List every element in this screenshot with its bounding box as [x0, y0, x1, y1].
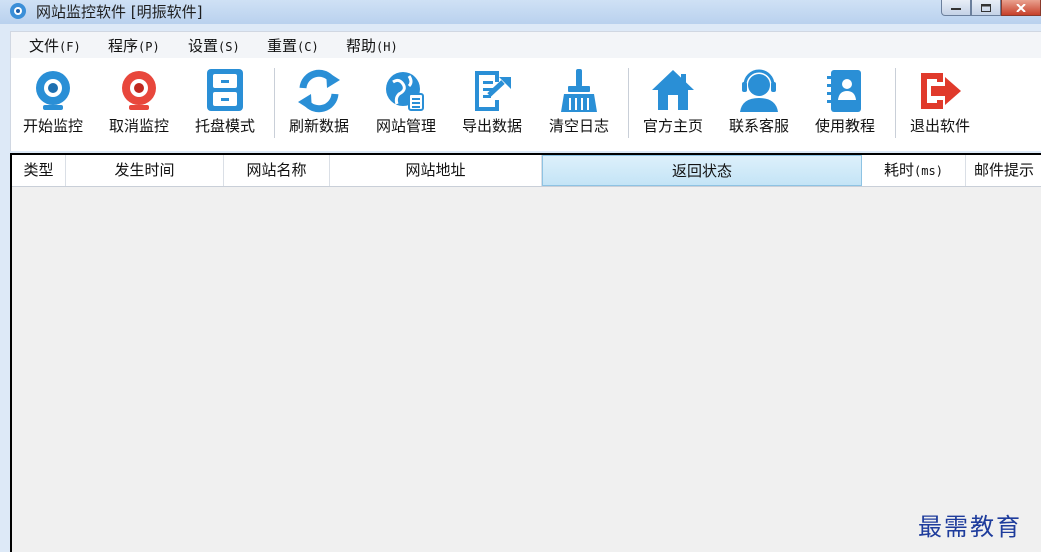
contact-book-icon	[822, 68, 868, 114]
tutorial-label: 使用教程	[814, 117, 875, 135]
refresh-data-button[interactable]: 刷新数据	[279, 68, 359, 140]
column-status-label: 返回状态	[671, 162, 732, 180]
monitor-app-icon	[8, 2, 28, 20]
refresh-data-label: 刷新数据	[288, 117, 349, 135]
column-site-name-label: 网站名称	[246, 161, 307, 179]
exit-software-button[interactable]: 退出软件	[900, 68, 980, 140]
minimize-button[interactable]	[941, 0, 971, 16]
tutorial-button[interactable]: 使用教程	[805, 68, 885, 140]
menu-file[interactable]: 文件(F)	[29, 35, 81, 56]
clear-log-label: 清空日志	[548, 117, 609, 135]
home-icon	[650, 68, 696, 114]
official-home-button[interactable]: 官方主页	[633, 68, 713, 140]
refresh-icon	[296, 68, 342, 114]
close-icon	[1016, 3, 1026, 12]
list-header: 类型 发生时间 网站名称 网站地址 返回状态 耗时(ms) 邮件提示	[12, 155, 1041, 187]
menu-settings[interactable]: 设置(S)	[188, 35, 240, 56]
webcam-off-icon	[116, 68, 162, 114]
exit-icon	[917, 68, 963, 114]
menu-reset[interactable]: 重置(C)	[267, 35, 319, 56]
menu-program-hotkey: (P)	[138, 40, 160, 54]
column-type-label: 类型	[23, 161, 54, 179]
column-site-name[interactable]: 网站名称	[224, 155, 330, 186]
menu-bar: 文件(F) 程序(P) 设置(S) 重置(C) 帮助(H)	[10, 31, 1041, 58]
column-time-label: 发生时间	[114, 161, 175, 179]
menu-help-label: 帮助	[346, 37, 377, 55]
menu-file-label: 文件	[29, 37, 60, 55]
menu-settings-hotkey: (S)	[218, 40, 240, 54]
menu-reset-label: 重置	[267, 37, 298, 55]
contact-support-button[interactable]: 联系客服	[719, 68, 799, 140]
official-home-label: 官方主页	[642, 117, 703, 135]
column-site-url-label: 网站地址	[405, 161, 466, 179]
tray-mode-button[interactable]: 托盘模式	[185, 68, 265, 140]
column-email-alert[interactable]: 邮件提示	[966, 155, 1041, 186]
menu-settings-label: 设置	[188, 37, 219, 55]
minimize-icon	[951, 7, 961, 10]
webcam-icon	[30, 68, 76, 114]
toolbar: 开始监控 取消监控 托盘模式 刷新数据 网站管理 导出数据 清空日志 官方主页 …	[10, 58, 1041, 151]
site-manage-button[interactable]: 网站管理	[366, 68, 446, 140]
cancel-monitor-label: 取消监控	[108, 117, 169, 135]
cabinet-icon	[202, 68, 248, 114]
exit-software-label: 退出软件	[909, 117, 970, 135]
start-monitor-button[interactable]: 开始监控	[13, 68, 93, 140]
menu-program-label: 程序	[108, 37, 139, 55]
column-time[interactable]: 发生时间	[66, 155, 224, 186]
toolbar-separator	[274, 68, 275, 138]
watermark: 最需教育	[918, 513, 1022, 541]
column-site-url[interactable]: 网站地址	[330, 155, 542, 186]
menu-file-hotkey: (F)	[59, 40, 81, 54]
window-controls	[941, 0, 1041, 16]
export-doc-icon	[469, 68, 515, 114]
column-duration-label: 耗时	[884, 161, 915, 179]
toolbar-separator	[895, 68, 896, 138]
menu-program[interactable]: 程序(P)	[108, 35, 160, 56]
close-button[interactable]	[1001, 0, 1041, 16]
menu-reset-hotkey: (C)	[297, 40, 319, 54]
maximize-icon	[981, 3, 991, 12]
column-email-alert-label: 邮件提示	[973, 161, 1034, 179]
menu-help[interactable]: 帮助(H)	[346, 35, 398, 56]
monitor-log-list[interactable]: 类型 发生时间 网站名称 网站地址 返回状态 耗时(ms) 邮件提示	[10, 153, 1041, 552]
tray-mode-label: 托盘模式	[194, 117, 255, 135]
column-duration[interactable]: 耗时(ms)	[862, 155, 966, 186]
export-data-label: 导出数据	[461, 117, 522, 135]
toolbar-separator	[628, 68, 629, 138]
column-duration-unit: (ms)	[914, 164, 943, 178]
column-type[interactable]: 类型	[12, 155, 66, 186]
title-bar: 网站监控软件 [明振软件]	[0, 0, 1041, 24]
start-monitor-label: 开始监控	[22, 117, 83, 135]
app-window: 网站监控软件 [明振软件] 文件(F) 程序(P) 设置(S) 重置(C) 帮助…	[0, 0, 1041, 552]
clear-log-button[interactable]: 清空日志	[539, 68, 619, 140]
site-manage-label: 网站管理	[375, 117, 436, 135]
export-data-button[interactable]: 导出数据	[452, 68, 532, 140]
column-status[interactable]: 返回状态	[542, 155, 862, 186]
menu-help-hotkey: (H)	[376, 40, 398, 54]
headset-icon	[736, 68, 782, 114]
maximize-button[interactable]	[971, 0, 1001, 16]
cancel-monitor-button[interactable]: 取消监控	[99, 68, 179, 140]
broom-icon	[556, 68, 602, 114]
globe-settings-icon	[383, 68, 429, 114]
contact-support-label: 联系客服	[728, 117, 789, 135]
window-title: 网站监控软件 [明振软件]	[36, 3, 203, 21]
